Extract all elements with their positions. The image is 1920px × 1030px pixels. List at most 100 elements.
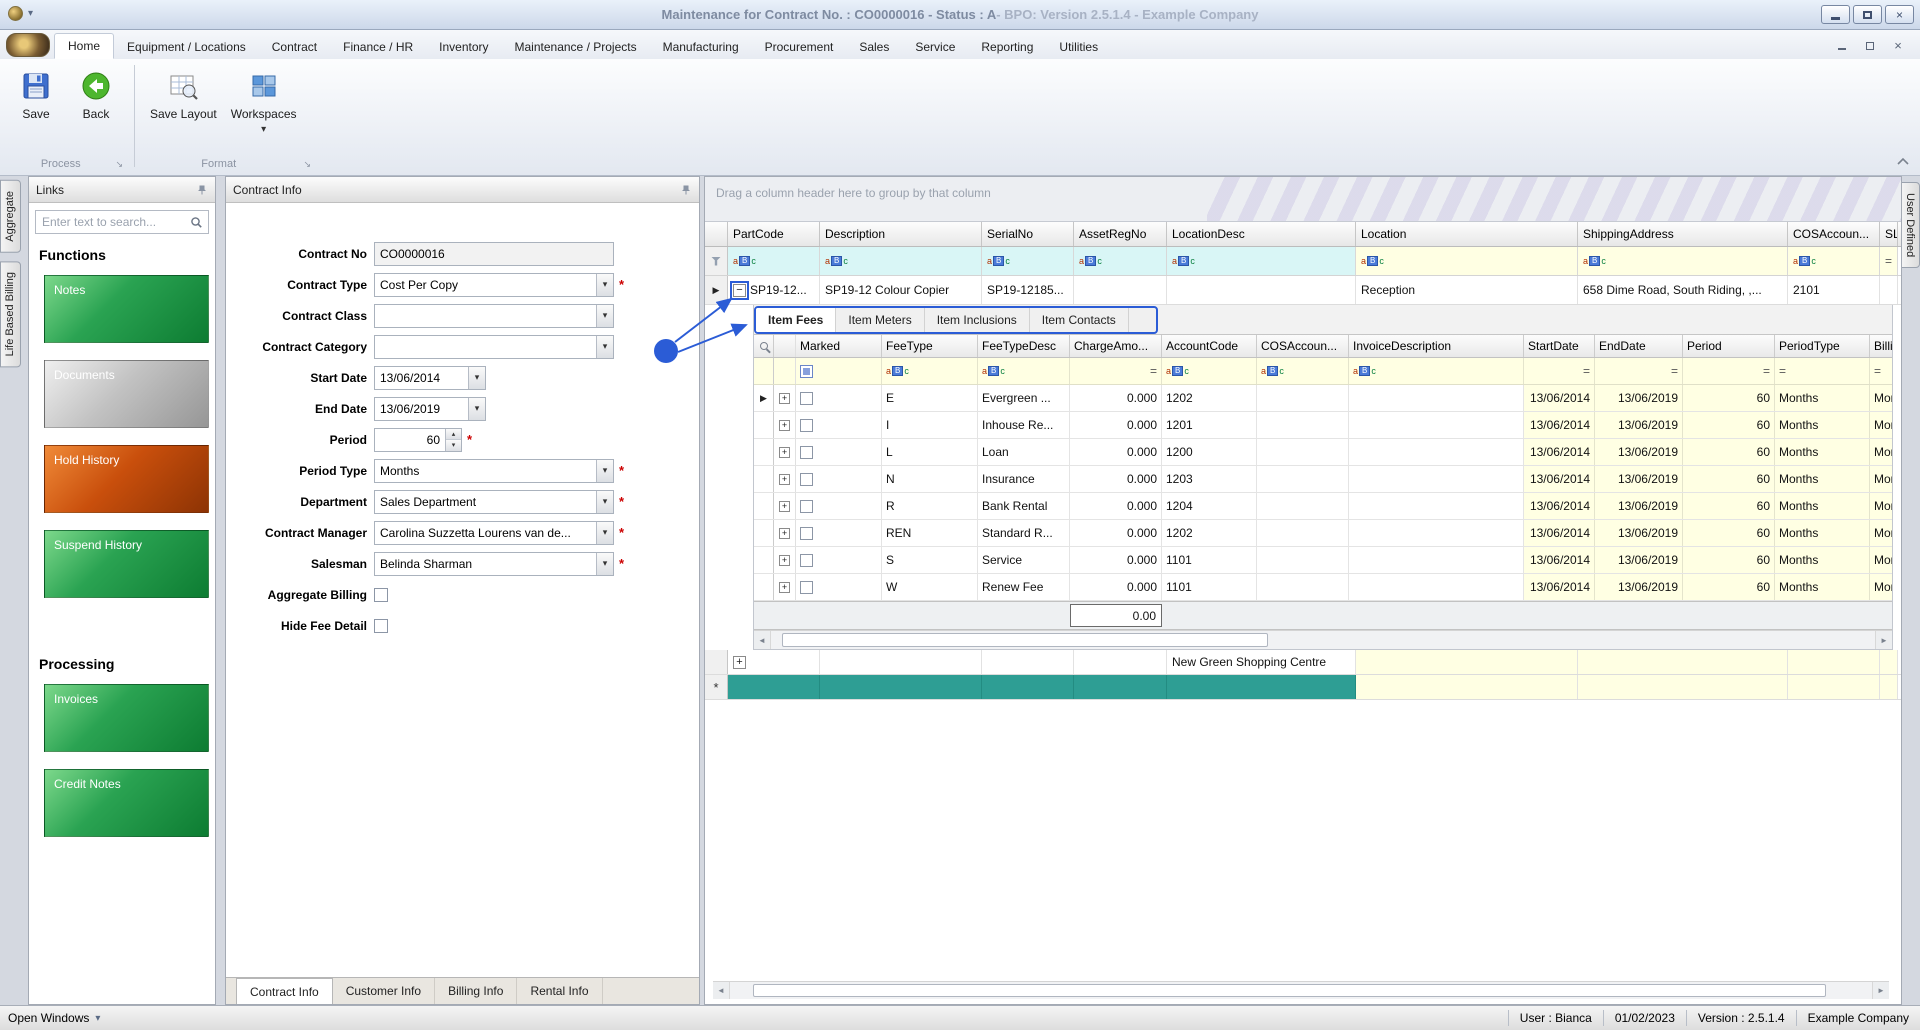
scroll-right-icon[interactable]: ► (1875, 631, 1892, 649)
expand-row-button[interactable]: + (779, 447, 790, 458)
detail-filter-cell-invoicedescription[interactable]: aBc (1349, 358, 1524, 384)
detail-cell-billing[interactable]: Mont (1870, 493, 1893, 519)
new-cell-description[interactable] (820, 675, 982, 699)
detail-cell-enddate[interactable]: 13/06/2019 (1595, 520, 1683, 546)
quick-access-toolbar[interactable]: ▾ (8, 6, 33, 21)
detail-cell-invoicedescription[interactable] (1349, 493, 1524, 519)
detail-filter-cell-cosaccoun[interactable]: aBc (1257, 358, 1349, 384)
contract-type-field[interactable]: Cost Per Copy▾ (374, 273, 614, 297)
detail-cell-enddate[interactable]: 13/06/2019 (1595, 574, 1683, 600)
detail-filter-cell-feetypedesc[interactable]: aBc (978, 358, 1070, 384)
detail-cell-feetypedesc[interactable]: Renew Fee (978, 574, 1070, 600)
ribbon-tab-procurement[interactable]: Procurement (752, 35, 847, 59)
new-cell-shippingaddress[interactable] (1578, 675, 1788, 699)
aggregate-billing-checkbox[interactable] (374, 588, 388, 602)
dropdown-caret-icon[interactable]: ▾ (596, 305, 613, 327)
detail-column-header-periodtype[interactable]: PeriodType (1775, 335, 1870, 357)
dropdown-caret-icon[interactable]: ▾ (596, 336, 613, 358)
column-header-sl[interactable]: SL... (1880, 222, 1898, 246)
detail-cell-accountcode[interactable]: 1101 (1162, 574, 1257, 600)
expand-detail-button[interactable]: + (733, 656, 746, 669)
ribbon-tab-reporting[interactable]: Reporting (968, 35, 1046, 59)
detail-cell-marked[interactable] (796, 466, 882, 492)
detail-cell-periodtype[interactable]: Months (1775, 520, 1870, 546)
detail-cell-startdate[interactable]: 13/06/2014 (1524, 439, 1595, 465)
department-field[interactable]: Sales Department▾ (374, 490, 614, 514)
contract-bottom-tab-contract-info[interactable]: Contract Info (236, 978, 333, 1004)
detail-filter-cell-chargeamo[interactable]: = (1070, 358, 1162, 384)
cell-description[interactable]: SP19-12 Colour Copier (820, 276, 982, 304)
marked-checkbox[interactable] (800, 500, 813, 513)
detail-cell-startdate[interactable]: 13/06/2014 (1524, 466, 1595, 492)
detail-cell-chargeamo[interactable]: 0.000 (1070, 493, 1162, 519)
filter-cell-cosaccoun[interactable]: aBc (1788, 247, 1880, 275)
filter-cell-assetregno[interactable]: aBc (1074, 247, 1167, 275)
cell-location[interactable]: Reception (1356, 276, 1578, 304)
detail-column-header-startdate[interactable]: StartDate (1524, 335, 1595, 357)
detail-cell-marked[interactable] (796, 385, 882, 411)
contract-class-field[interactable]: ▾ (374, 304, 614, 328)
fee-row-r[interactable]: +RBank Rental0.000120413/06/201413/06/20… (754, 493, 1892, 520)
restore-button[interactable] (1853, 5, 1882, 24)
cell-sl[interactable] (1880, 650, 1898, 674)
link-button-notes[interactable]: Notes (44, 275, 209, 343)
new-cell-location[interactable] (1356, 675, 1578, 699)
group-by-area[interactable]: Drag a column header here to group by th… (705, 177, 1901, 222)
link-button-documents[interactable]: Documents (44, 360, 209, 428)
detail-cell-billing[interactable]: Mont (1870, 439, 1893, 465)
detail-cell-accountcode[interactable]: 1200 (1162, 439, 1257, 465)
open-windows-button[interactable]: Open Windows ▾ (8, 1011, 100, 1025)
link-button-invoices[interactable]: Invoices (44, 684, 209, 752)
detail-cell-chargeamo[interactable]: 0.000 (1070, 574, 1162, 600)
detail-column-header-chargeamo[interactable]: ChargeAmo... (1070, 335, 1162, 357)
grid-horizontal-scrollbar[interactable]: ◄ ► (713, 981, 1889, 999)
detail-cell-billing[interactable]: Mont (1870, 574, 1893, 600)
detail-cell-startdate[interactable]: 13/06/2014 (1524, 385, 1595, 411)
marked-checkbox[interactable] (800, 392, 813, 405)
detail-cell-period[interactable]: 60 (1683, 547, 1775, 573)
edge-tab-aggregate[interactable]: Aggregate (0, 180, 21, 253)
fee-row-ren[interactable]: +RENStandard R...0.000120213/06/201413/0… (754, 520, 1892, 547)
cell-serialno[interactable]: SP19-12185... (982, 276, 1074, 304)
detail-tab-item-inclusions[interactable]: Item Inclusions (925, 308, 1030, 332)
detail-cell-invoicedescription[interactable] (1349, 547, 1524, 573)
quick-access-caret-icon[interactable]: ▾ (28, 8, 33, 19)
detail-cell-periodtype[interactable]: Months (1775, 493, 1870, 519)
filter-cell-shippingaddress[interactable]: aBc (1578, 247, 1788, 275)
collapse-ribbon-button[interactable] (1896, 155, 1910, 169)
detail-column-header-enddate[interactable]: EndDate (1595, 335, 1683, 357)
application-menu-button[interactable] (6, 33, 50, 57)
detail-cell-chargeamo[interactable]: 0.000 (1070, 466, 1162, 492)
end-date-field[interactable]: 13/06/2019▾ (374, 397, 486, 421)
detail-cell-invoicedescription[interactable] (1349, 412, 1524, 438)
detail-cell-periodtype[interactable]: Months (1775, 439, 1870, 465)
column-header-description[interactable]: Description (820, 222, 982, 246)
detail-scroll-thumb[interactable] (782, 633, 1268, 647)
detail-cell-startdate[interactable]: 13/06/2014 (1524, 412, 1595, 438)
new-cell-cosaccoun[interactable] (1788, 675, 1880, 699)
dropdown-caret-icon[interactable]: ▾ (596, 460, 613, 482)
detail-cell-feetype[interactable]: I (882, 412, 978, 438)
ribbon-tab-maintenance-projects[interactable]: Maintenance / Projects (502, 35, 650, 59)
detail-cell-marked[interactable] (796, 574, 882, 600)
detail-filter-cell-period[interactable]: = (1683, 358, 1775, 384)
contract-bottom-tab-billing-info[interactable]: Billing Info (435, 978, 517, 1004)
marked-checkbox[interactable] (800, 419, 813, 432)
filter-cell-locationdesc[interactable]: aBc (1167, 247, 1356, 275)
fee-row-i[interactable]: +IInhouse Re...0.000120113/06/201413/06/… (754, 412, 1892, 439)
detail-cell-feetypedesc[interactable]: Bank Rental (978, 493, 1070, 519)
cell-assetregno[interactable] (1074, 276, 1167, 304)
ribbon-tab-finance-hr[interactable]: Finance / HR (330, 35, 426, 59)
marked-checkbox[interactable] (800, 527, 813, 540)
search-input[interactable] (36, 215, 190, 229)
detail-horizontal-scrollbar[interactable]: ◄ ► (754, 630, 1892, 649)
contract-no-field[interactable]: CO0000016 (374, 242, 614, 266)
column-header-locationdesc[interactable]: LocationDesc (1167, 222, 1356, 246)
save-button[interactable]: Save (6, 65, 66, 121)
fee-row-s[interactable]: +SService0.000110113/06/201413/06/201960… (754, 547, 1892, 574)
detail-cell-cosaccoun[interactable] (1257, 412, 1349, 438)
dropdown-caret-icon[interactable]: ▾ (596, 491, 613, 513)
detail-tab-item-fees[interactable]: Item Fees (756, 308, 836, 332)
detail-scroll-track[interactable] (771, 631, 1875, 649)
detail-tab-item-meters[interactable]: Item Meters (836, 308, 924, 332)
